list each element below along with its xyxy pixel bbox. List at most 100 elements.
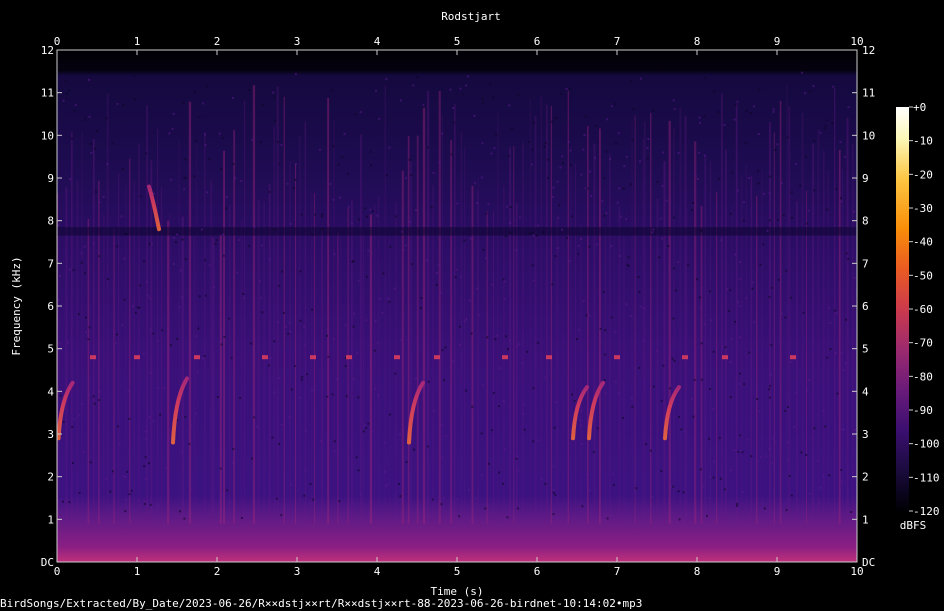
noise-speck [561, 155, 564, 158]
noise-speck [309, 502, 312, 505]
x-tick-label-top: 6 [534, 35, 541, 48]
noise-streak [450, 140, 453, 524]
noise-speck [436, 271, 438, 274]
noise-speck [170, 344, 172, 347]
noise-speck [465, 318, 468, 320]
noise-streak [212, 237, 215, 524]
noise-speck [817, 459, 819, 462]
noise-speck [470, 332, 473, 335]
noise-speck [456, 498, 459, 500]
noise-speck [839, 141, 842, 143]
noise-speck [116, 333, 119, 336]
noise-streak [852, 143, 854, 524]
noise-speck [532, 279, 535, 282]
noise-speck [352, 325, 355, 328]
noise-speck [502, 482, 504, 485]
noise-speck [712, 350, 715, 353]
x-tick-label-top: 0 [54, 35, 61, 48]
noise-speck [813, 427, 816, 430]
noise-speck [729, 396, 732, 399]
noise-speck [601, 200, 604, 203]
noise-speck [710, 319, 712, 322]
noise-speck [148, 243, 151, 245]
noise-speck [303, 325, 306, 328]
noise-speck [179, 510, 182, 513]
noise-speck [729, 289, 731, 292]
x-tick-label-top: 5 [454, 35, 461, 48]
tone-mark [310, 355, 316, 360]
noise-speck [473, 114, 476, 117]
noise-streak [768, 121, 771, 524]
noise-speck [703, 76, 706, 79]
noise-speck [259, 280, 262, 283]
noise-speck [631, 138, 634, 141]
noise-speck [181, 238, 184, 241]
colorbar-tick-label: -100 [913, 438, 940, 451]
noise-speck [354, 113, 357, 115]
noise-speck [737, 301, 740, 304]
noise-speck [171, 127, 174, 130]
noise-speck [836, 392, 839, 395]
noise-speck [339, 196, 342, 199]
noise-speck [404, 244, 407, 247]
noise-speck [338, 500, 341, 503]
noise-speck [300, 213, 303, 216]
noise-speck [829, 348, 832, 351]
noise-speck [498, 405, 500, 408]
noise-streak [188, 101, 192, 524]
noise-speck [352, 378, 355, 381]
noise-streak [431, 185, 435, 524]
noise-speck [466, 75, 469, 78]
noise-speck [557, 216, 560, 219]
noise-speck [161, 329, 164, 332]
noise-speck [269, 357, 272, 359]
noise-speck [618, 187, 621, 190]
noise-speck [659, 217, 662, 220]
y-tick-label-left: 3 [47, 428, 54, 441]
noise-streak [327, 98, 330, 524]
noise-speck [218, 132, 221, 135]
noise-speck [399, 495, 402, 498]
noise-speck [347, 172, 350, 175]
noise-speck [494, 338, 497, 341]
noise-speck [311, 308, 313, 311]
noise-speck [367, 249, 370, 252]
noise-speck [193, 91, 196, 94]
noise-speck [495, 133, 498, 136]
noise-speck [204, 144, 207, 146]
noise-streak [138, 143, 140, 524]
y-tick-label-right: 9 [862, 172, 869, 185]
noise-speck [621, 416, 624, 419]
noise-speck [388, 301, 391, 303]
x-tick-label-bottom: 4 [374, 565, 381, 578]
noise-speck [214, 242, 217, 245]
noise-speck [788, 474, 791, 477]
noise-streak [454, 103, 456, 524]
noise-speck [93, 402, 96, 405]
noise-speck [468, 488, 470, 491]
noise-speck [774, 149, 777, 151]
noise-speck [320, 440, 323, 443]
noise-speck [827, 502, 830, 505]
noise-speck [202, 357, 205, 360]
noise-speck [826, 208, 829, 211]
noise-streak [834, 87, 836, 524]
noise-speck [139, 195, 142, 198]
noise-streak [460, 132, 463, 524]
noise-speck [72, 269, 75, 271]
colorbar-tick-label: -80 [913, 370, 933, 383]
noise-speck [625, 155, 628, 158]
footer-file-path: BirdSongs/Extracted/By_Date/2023-06-26/R… [0, 597, 642, 610]
noise-streak [599, 128, 601, 524]
noise-speck [184, 415, 187, 418]
noise-speck [639, 160, 641, 163]
noise-speck [251, 138, 254, 141]
noise-speck [423, 323, 426, 326]
noise-speck [487, 203, 490, 206]
noise-speck [556, 180, 559, 183]
noise-speck [363, 424, 366, 427]
noise-speck [109, 490, 112, 493]
noise-speck [700, 378, 703, 381]
noise-speck [59, 274, 62, 277]
noise-speck [757, 133, 760, 135]
